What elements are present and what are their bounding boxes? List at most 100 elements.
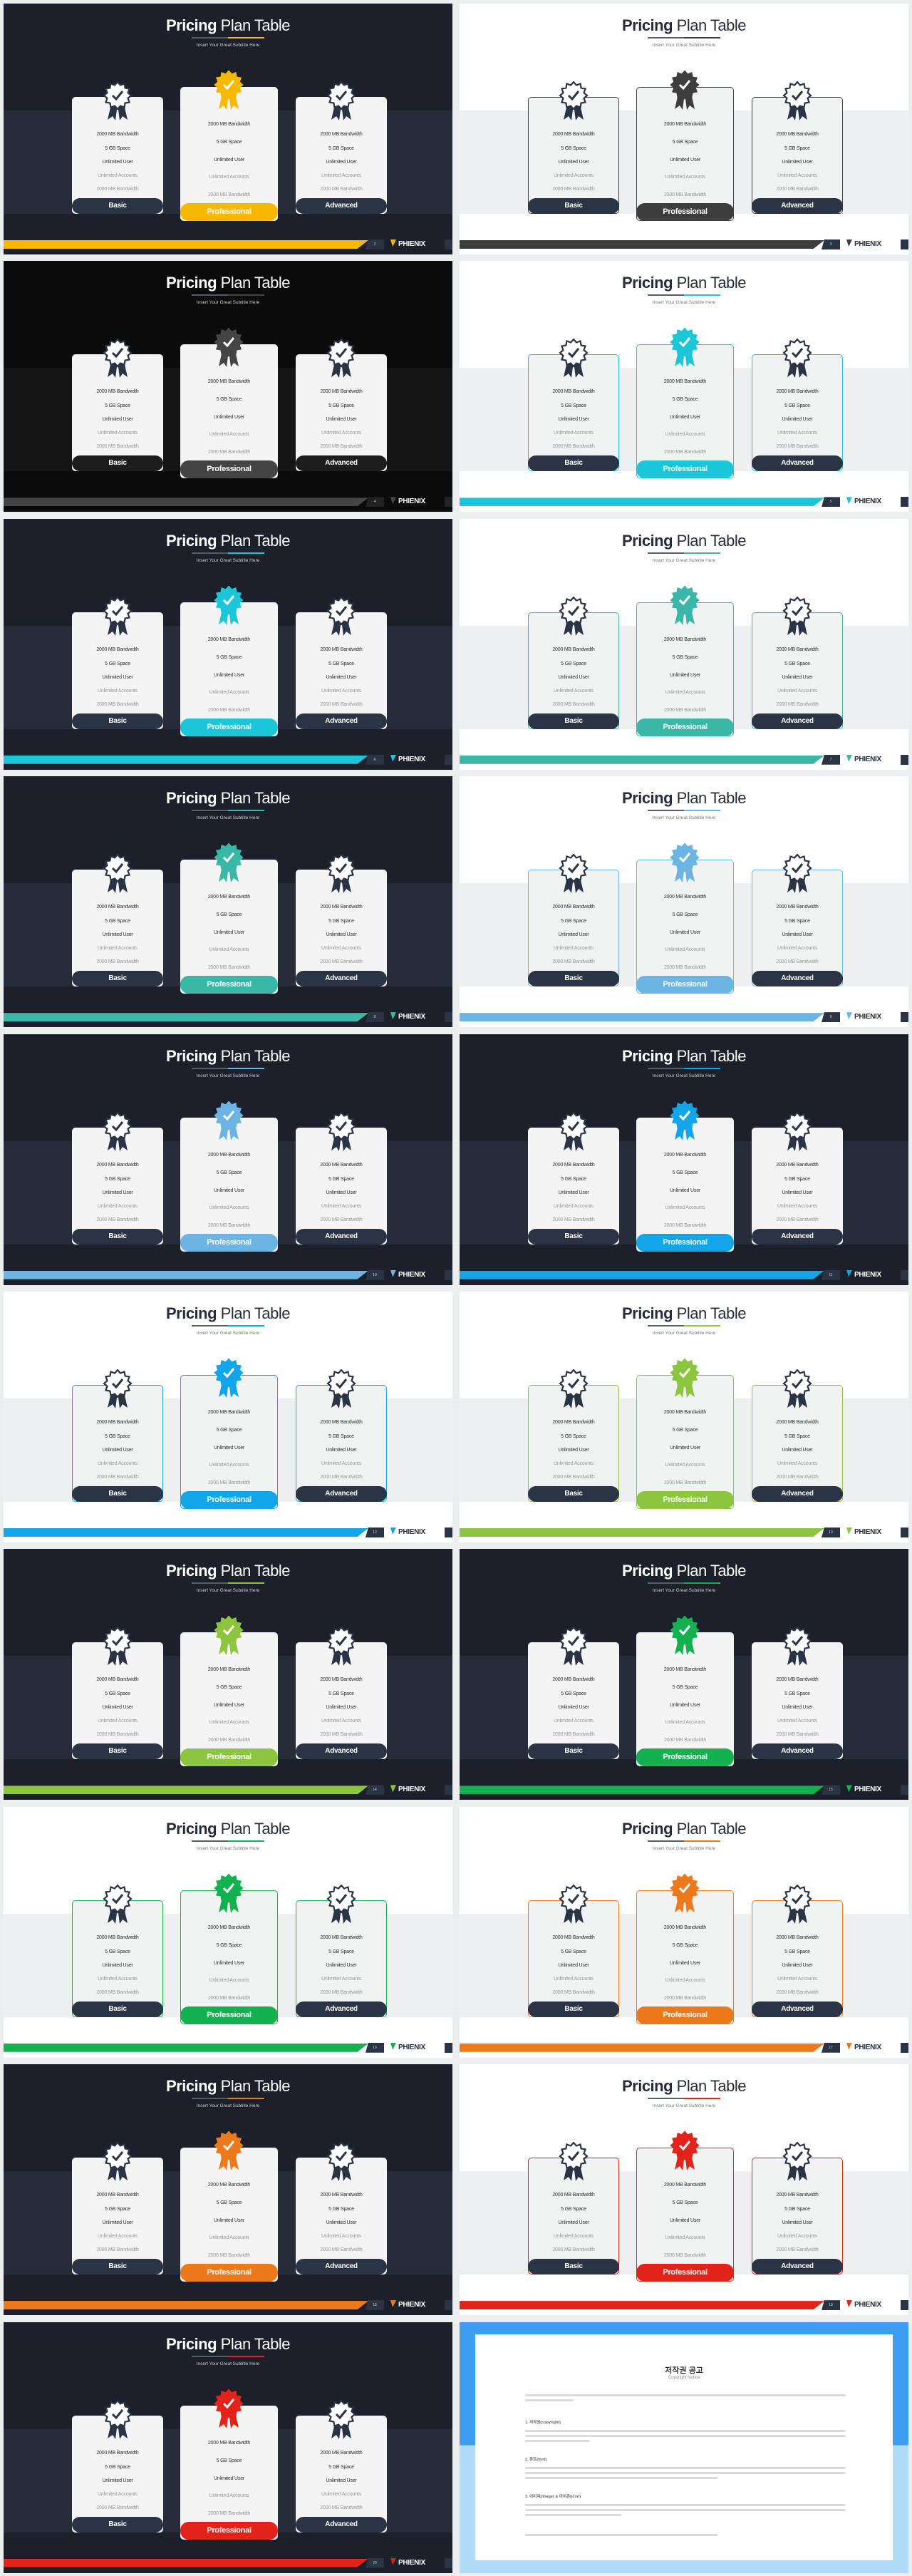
plan-feature: 5 GB Space [672, 1685, 698, 1691]
slide-thumbnail[interactable]: Pricing Plan Table Insert Your Great Sub… [456, 1803, 912, 2061]
plan-button-pro[interactable]: Professional [636, 976, 734, 994]
plan-button-adv[interactable]: Advanced [752, 198, 843, 214]
plan-feature: Unlimited User [102, 1447, 133, 1453]
plan-feature: Unlimited User [326, 417, 357, 423]
plan-button-basic[interactable]: Basic [72, 1228, 163, 1245]
plan-button-basic[interactable]: Basic [528, 198, 619, 214]
plan-button-adv[interactable]: Advanced [296, 455, 387, 472]
plan-button-pro[interactable]: Professional [180, 2006, 278, 2024]
plan-button-adv[interactable]: Advanced [752, 2259, 843, 2275]
plan-button-basic[interactable]: Basic [528, 1743, 619, 1760]
plan-button-basic[interactable]: Basic [528, 971, 619, 987]
plan-feature: Unlimited Accounts [321, 1203, 361, 1209]
plan-feature: 5 GB Space [784, 661, 810, 666]
plan-feature: 2000 MB Bandwidth [320, 701, 363, 707]
plan-button-basic[interactable]: Basic [72, 971, 163, 987]
plan-button-basic[interactable]: Basic [528, 713, 619, 729]
plan-button-basic[interactable]: Basic [72, 198, 163, 214]
slide-thumbnail[interactable]: Pricing Plan Table Insert Your Great Sub… [0, 1803, 456, 2061]
plan-button-adv[interactable]: Advanced [296, 2516, 387, 2533]
plan-button-basic[interactable]: Basic [72, 2259, 163, 2275]
slide-thumbnail[interactable]: Pricing Plan Table Insert Your Great Sub… [456, 773, 912, 1030]
slide-thumbnail[interactable]: Pricing Plan Table Insert Your Great Sub… [0, 1545, 456, 1803]
plan-button-adv[interactable]: Advanced [296, 2259, 387, 2275]
plan-button-adv[interactable]: Advanced [752, 713, 843, 729]
plan-button-adv[interactable]: Advanced [752, 1743, 843, 1760]
award-ribbon-check-icon [559, 2141, 589, 2182]
plan-feature: Unlimited Accounts [98, 2491, 138, 2497]
slide-thumbnail[interactable]: Pricing Plan Table Insert Your Great Sub… [0, 1031, 456, 1288]
plan-button-adv[interactable]: Advanced [752, 2001, 843, 2017]
logo-triangle-icon [390, 1012, 396, 1020]
slide-thumbnail[interactable]: Pricing Plan Table Insert Your Great Sub… [0, 0, 456, 257]
plan-feature: 2000 MB Bandwidth [96, 2505, 139, 2510]
plan-button-adv[interactable]: Advanced [296, 1743, 387, 1760]
plan-button-adv[interactable]: Advanced [296, 1485, 387, 1502]
plan-button-basic[interactable]: Basic [72, 2516, 163, 2533]
plan-button-basic[interactable]: Basic [72, 713, 163, 729]
plan-button-basic[interactable]: Basic [72, 2001, 163, 2017]
plan-button-pro[interactable]: Professional [180, 1233, 278, 1252]
slide-thumbnail[interactable]: Pricing Plan Table Insert Your Great Sub… [456, 2061, 912, 2318]
slide-thumbnail[interactable]: Pricing Plan Table Insert Your Great Sub… [456, 1288, 912, 1545]
plan-button-basic[interactable]: Basic [528, 455, 619, 472]
plan-feature: 2000 MB Bandwidth [207, 1738, 251, 1743]
slide-thumbnail[interactable]: Pricing Plan Table Insert Your Great Sub… [0, 515, 456, 773]
plan-button-pro[interactable]: Professional [180, 203, 278, 221]
plan-button-pro[interactable]: Professional [636, 2006, 734, 2024]
plan-button-pro[interactable]: Professional [636, 1748, 734, 1767]
plan-button-adv[interactable]: Advanced [752, 1228, 843, 1245]
plan-button-pro[interactable]: Professional [180, 718, 278, 736]
plan-button-adv[interactable]: Advanced [752, 1485, 843, 1502]
plan-button-adv[interactable]: Advanced [296, 2001, 387, 2017]
plan-button-basic[interactable]: Basic [72, 455, 163, 472]
plan-button-basic[interactable]: Basic [528, 1228, 619, 1245]
slide-thumbnail[interactable]: Pricing Plan Table Insert Your Great Sub… [456, 515, 912, 773]
plan-button-basic[interactable]: Basic [72, 1743, 163, 1760]
plan-button-pro[interactable]: Professional [636, 1490, 734, 1509]
award-ribbon-check-icon [670, 1100, 700, 1140]
award-ribbon-check-icon [559, 1111, 589, 1151]
plan-button-adv[interactable]: Advanced [296, 198, 387, 214]
plan-button-pro[interactable]: Professional [180, 1490, 278, 1509]
page-number: 5 [822, 497, 840, 508]
plan-button-pro[interactable]: Professional [180, 976, 278, 994]
plan-button-pro[interactable]: Professional [180, 1748, 278, 1767]
plan-button-pro[interactable]: Professional [636, 203, 734, 221]
plan-button-adv[interactable]: Advanced [296, 1228, 387, 1245]
slide-thumbnail[interactable]: Pricing Plan Table Insert Your Great Sub… [0, 1288, 456, 1545]
slide-thumbnail[interactable]: Pricing Plan Table Insert Your Great Sub… [456, 1031, 912, 1288]
award-ribbon-check-icon [782, 1626, 812, 1666]
plan-button-adv[interactable]: Advanced [296, 713, 387, 729]
slide-thumbnail[interactable]: Pricing Plan Table Insert Your Great Sub… [456, 1545, 912, 1803]
plan-button-adv[interactable]: Advanced [752, 971, 843, 987]
plan-button-pro[interactable]: Professional [180, 2264, 278, 2282]
plan-feature: Unlimited Accounts [98, 1719, 138, 1724]
accent-bar [460, 1013, 824, 1022]
plan-feature: 2000 MB Bandwidth [552, 959, 595, 965]
slide-thumbnail[interactable]: Pricing Plan Table Insert Your Great Sub… [456, 0, 912, 257]
slide-thumbnail[interactable]: Pricing Plan Table Insert Your Great Sub… [0, 257, 456, 515]
plan-button-basic[interactable]: Basic [528, 1485, 619, 1502]
plan-feature: 5 GB Space [328, 919, 354, 924]
plan-feature: 5 GB Space [561, 146, 586, 151]
plan-button-pro[interactable]: Professional [180, 2521, 278, 2540]
plan-button-basic[interactable]: Basic [72, 1485, 163, 1502]
plan-button-basic[interactable]: Basic [528, 2259, 619, 2275]
slide-thumbnail[interactable]: Pricing Plan Table Insert Your Great Sub… [456, 257, 912, 515]
plan-button-pro[interactable]: Professional [636, 2264, 734, 2282]
slide-thumbnail[interactable]: Pricing Plan Table Insert Your Great Sub… [0, 773, 456, 1030]
plan-button-pro[interactable]: Professional [636, 1233, 734, 1252]
plan-button-basic[interactable]: Basic [528, 2001, 619, 2017]
award-ribbon-check-icon [103, 1111, 133, 1151]
slide-thumbnail[interactable]: Pricing Plan Table Insert Your Great Sub… [0, 2319, 456, 2576]
plan-button-pro[interactable]: Professional [636, 460, 734, 479]
footer-square [445, 754, 452, 765]
plan-button-adv[interactable]: Advanced [296, 971, 387, 987]
plan-button-pro[interactable]: Professional [636, 718, 734, 736]
plan-feature: 5 GB Space [105, 1949, 130, 1954]
slide-thumbnail[interactable]: Pricing Plan Table Insert Your Great Sub… [0, 2061, 456, 2318]
copyright-slide-thumbnail[interactable]: 저작권 공고 Copyright Notice 1. 저작권(copyright)… [456, 2319, 912, 2576]
plan-button-adv[interactable]: Advanced [752, 455, 843, 472]
plan-button-pro[interactable]: Professional [180, 460, 278, 479]
